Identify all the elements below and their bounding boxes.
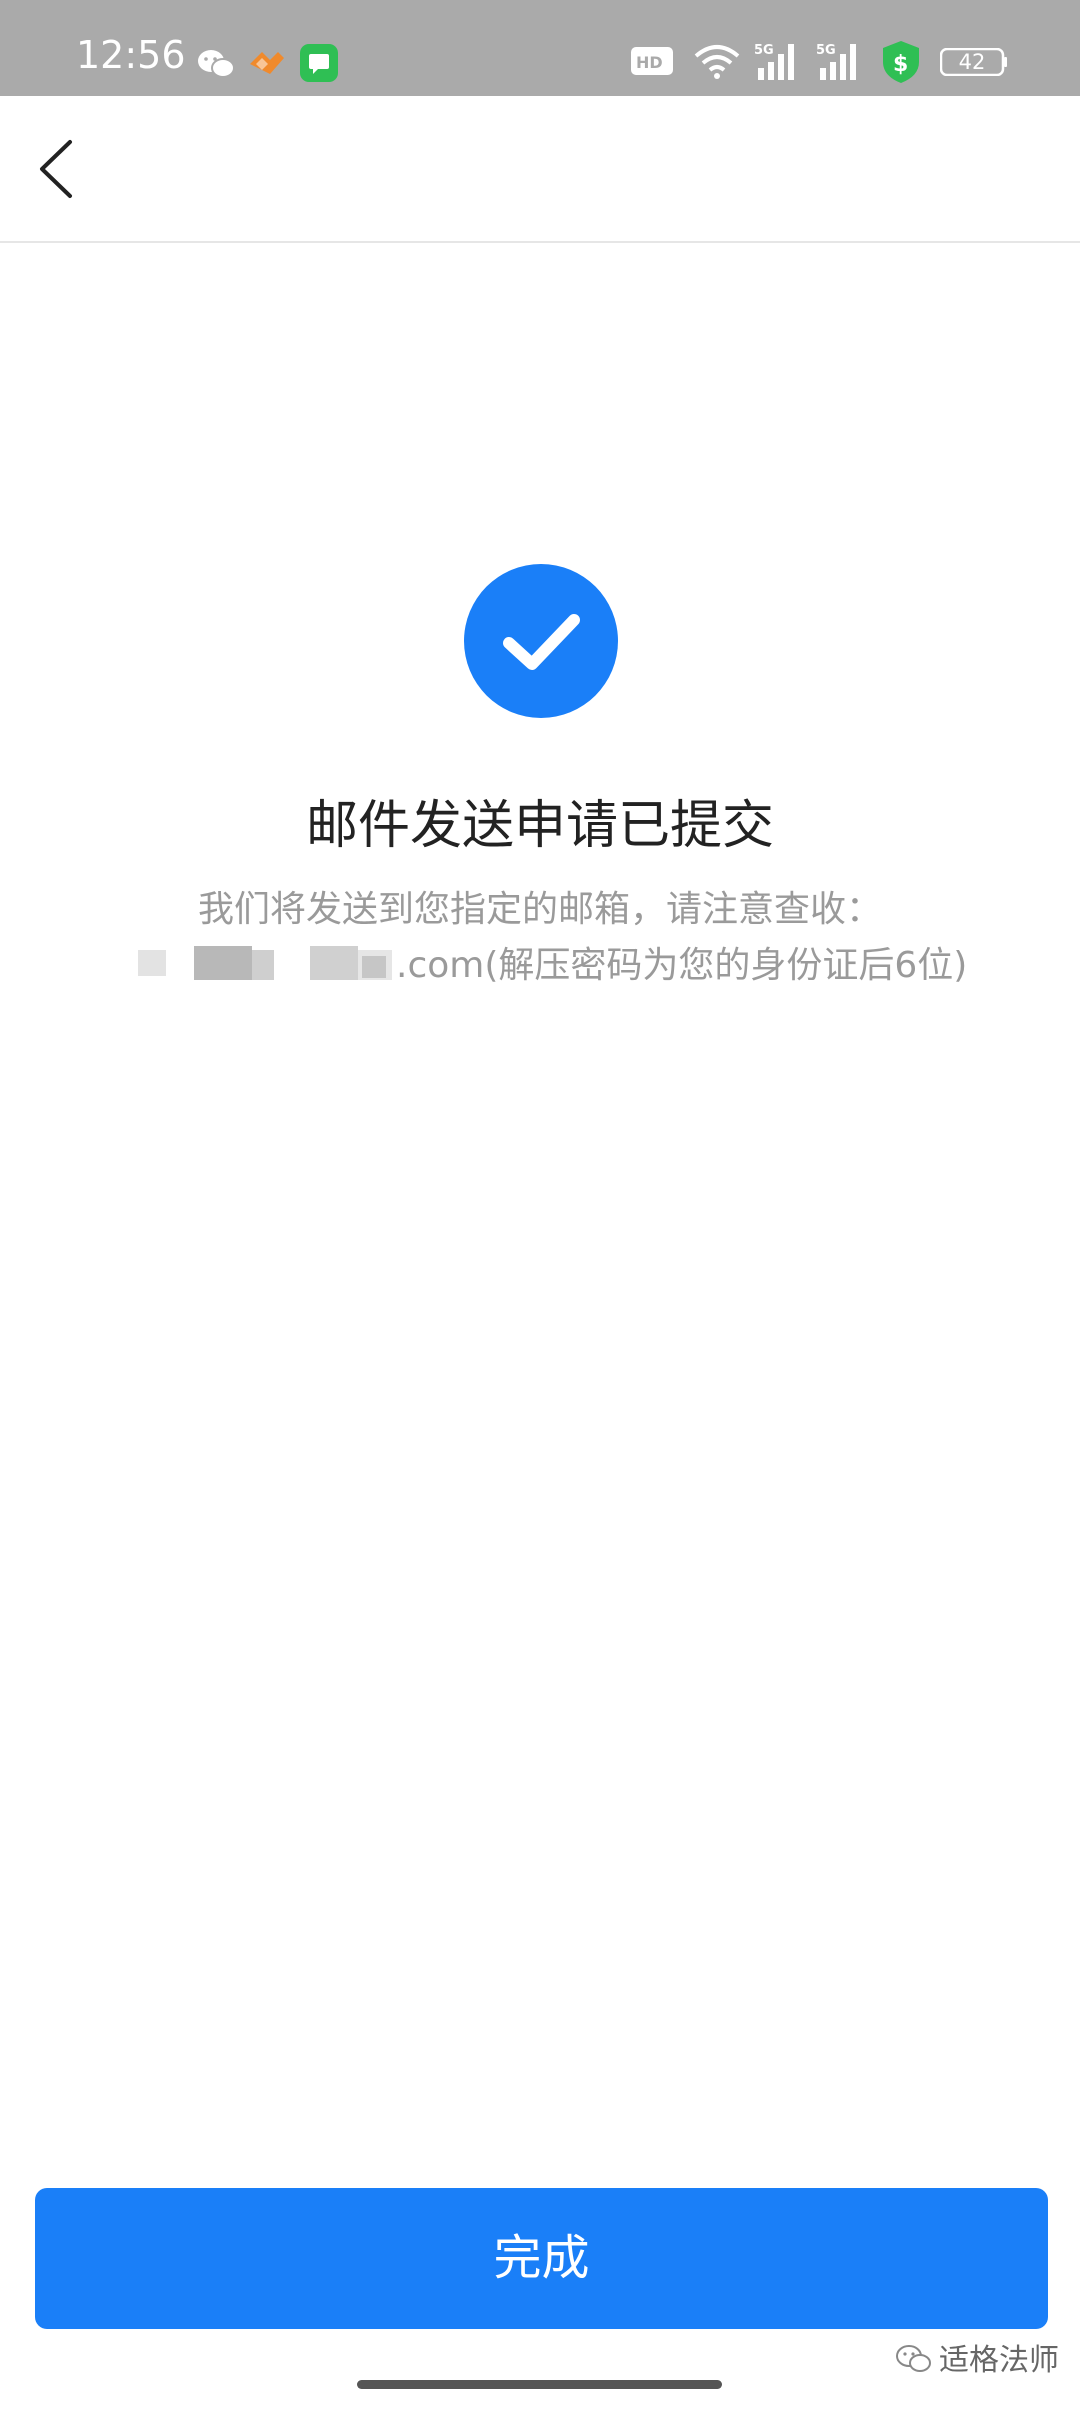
- signal-5g-icon: 5G: [816, 43, 856, 80]
- battery-icon: 42: [940, 48, 1008, 76]
- status-right-icons: HD 5G 5G $ 42: [600, 40, 1080, 84]
- svg-text:5G: 5G: [754, 43, 774, 58]
- signal-5g-icon: 5G: [754, 43, 794, 80]
- security-shield-icon: $: [883, 41, 919, 83]
- page: 12:56 HD 5G 5G $ 42 邮件发送申请已提交 我们将发送到您指定的…: [0, 0, 1080, 2414]
- email-suffix-note: .com(解压密码为您的身份证后6位): [396, 945, 968, 986]
- battery-level: 42: [958, 50, 986, 74]
- wifi-icon: [694, 45, 740, 79]
- watermark-text: 适格法师: [939, 2343, 1059, 2378]
- email-mosaic: [252, 950, 274, 980]
- home-indicator[interactable]: [357, 2380, 722, 2389]
- email-mosaic: [194, 946, 252, 980]
- svg-text:5G: 5G: [816, 43, 836, 58]
- message-app-icon: [300, 44, 338, 82]
- status-bar: 12:56 HD 5G 5G $ 42: [0, 0, 1080, 96]
- email-mosaic: [138, 950, 166, 976]
- svg-text:$: $: [893, 52, 908, 77]
- hd-voice-icon: HD: [631, 47, 673, 75]
- chevron-left-icon[interactable]: [36, 138, 76, 200]
- wechat-icon: [198, 50, 235, 78]
- status-time: 12:56: [76, 33, 186, 77]
- result-description: 我们将发送到您指定的邮箱，请注意查收：: [197, 889, 882, 930]
- email-mosaic: [362, 956, 386, 978]
- check-circle-icon: [464, 564, 618, 718]
- orange-app-icon: [250, 52, 284, 74]
- svg-text:HD: HD: [636, 53, 663, 72]
- email-info: .com(解压密码为您的身份证后6位): [134, 942, 1034, 990]
- done-button[interactable]: 完成: [35, 2188, 1048, 2329]
- nav-bar: [0, 96, 1080, 243]
- result-title: 邮件发送申请已提交: [305, 796, 774, 856]
- done-button-label: 完成: [493, 2230, 590, 2286]
- email-mosaic: [310, 946, 358, 980]
- wechat-icon: [896, 2345, 931, 2372]
